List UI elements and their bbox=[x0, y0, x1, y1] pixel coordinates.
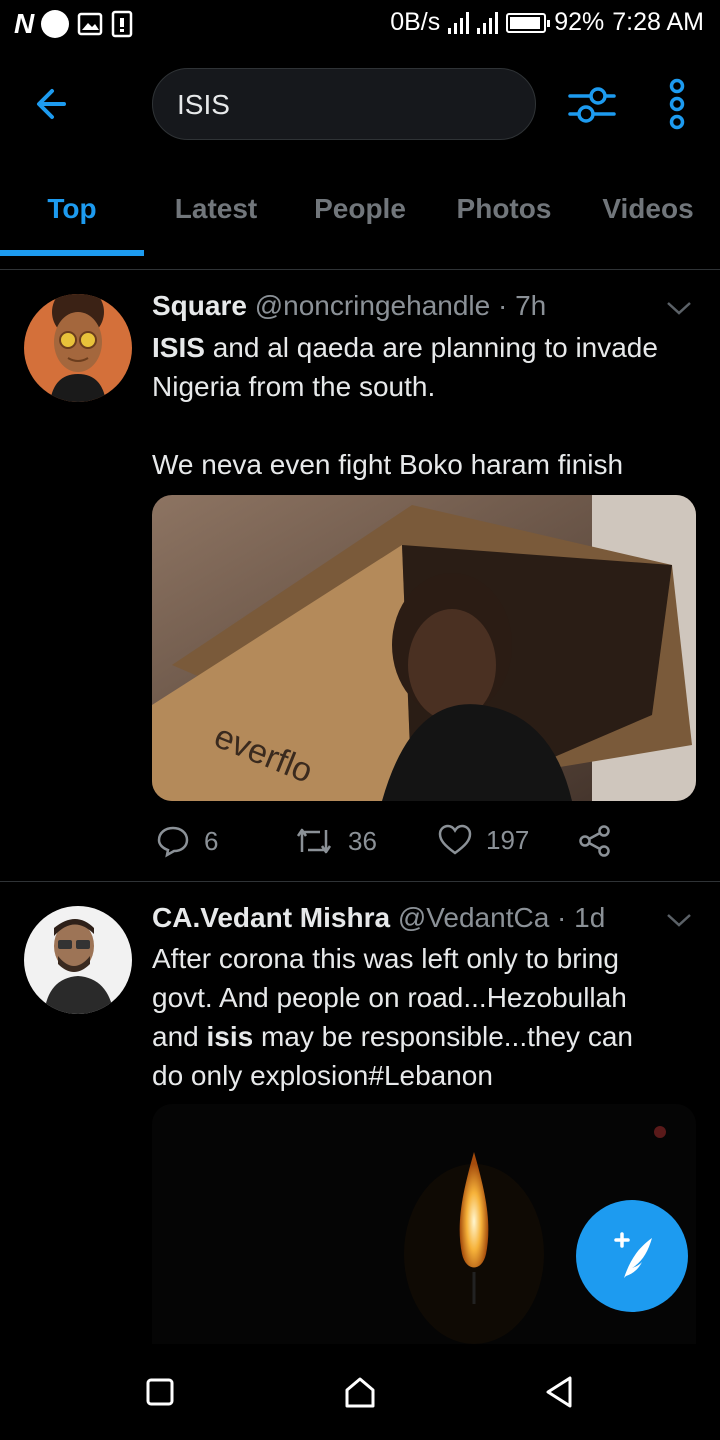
tab-videos[interactable]: Videos bbox=[576, 168, 720, 252]
back-triangle-icon bbox=[546, 1376, 572, 1408]
active-tab-indicator bbox=[0, 250, 144, 256]
tweet-time: 1d bbox=[574, 902, 606, 933]
text-span: Nigeria from the south. bbox=[152, 371, 436, 402]
text-line: govt. And people on road...Hezobullah bbox=[152, 978, 700, 1017]
recents-button[interactable] bbox=[140, 1372, 180, 1412]
box-photo: everflo bbox=[152, 495, 696, 801]
text-line: After corona this was left only to bring bbox=[152, 939, 700, 978]
compose-tweet-icon bbox=[614, 1232, 652, 1278]
tweet-image[interactable]: everflo bbox=[152, 495, 696, 801]
text-line bbox=[152, 406, 700, 445]
text-span: and bbox=[152, 1021, 207, 1052]
clock: 7:28 AM bbox=[612, 8, 704, 36]
share-icon bbox=[579, 825, 610, 857]
tab-top[interactable]: Top bbox=[0, 168, 144, 252]
text-line: and isis may be responsible...they can bbox=[152, 1017, 700, 1056]
text-line: We neva even fight Boko haram finish bbox=[152, 445, 700, 484]
tweet-header: CA.Vedant Mishra @VedantCa · 1d bbox=[152, 902, 605, 934]
highlighted-term: isis bbox=[206, 1021, 254, 1052]
more-options-button[interactable] bbox=[660, 76, 694, 132]
sim-icon bbox=[111, 10, 133, 38]
tweet-card[interactable]: Square @noncringehandle · 7h ISIS and al… bbox=[0, 270, 720, 882]
avatar[interactable] bbox=[24, 906, 132, 1014]
battery-icon bbox=[506, 12, 551, 33]
avatar[interactable] bbox=[24, 294, 132, 402]
avatar-illustration bbox=[24, 294, 132, 402]
recents-square-icon bbox=[146, 1378, 174, 1406]
separator-dot: · bbox=[497, 290, 508, 321]
tab-people[interactable]: People bbox=[288, 168, 432, 252]
text-span: and al qaeda are planning to invade bbox=[204, 332, 658, 363]
search-filter-button[interactable] bbox=[566, 80, 618, 128]
text-line: do only explosion#Lebanon bbox=[152, 1056, 700, 1095]
tweet-text: After corona this was left only to bring… bbox=[152, 939, 700, 1095]
reply-count: 6 bbox=[204, 825, 219, 856]
status-bar: N 0B/s 92% 7:28 AM bbox=[0, 0, 720, 48]
highlighted-term: ISIS bbox=[152, 332, 205, 363]
net-speed: 0B/s bbox=[390, 8, 441, 36]
signal-icon bbox=[448, 11, 470, 34]
home-icon bbox=[345, 1377, 375, 1408]
retweet-count: 36 bbox=[348, 825, 377, 856]
back-arrow-icon bbox=[37, 89, 66, 119]
share-button[interactable] bbox=[578, 824, 612, 858]
text-span: may be responsible...they can bbox=[253, 1021, 633, 1052]
heart-icon bbox=[438, 824, 472, 855]
search-query: ISIS bbox=[177, 89, 230, 120]
tab-latest[interactable]: Latest bbox=[144, 168, 288, 252]
reply-icon bbox=[157, 826, 189, 858]
n-icon: N bbox=[14, 8, 34, 39]
display-name[interactable]: Square bbox=[152, 290, 247, 321]
display-name[interactable]: CA.Vedant Mishra bbox=[152, 902, 390, 933]
like-count: 197 bbox=[486, 824, 530, 855]
separator-dot: · bbox=[557, 902, 567, 933]
status-left-icons: N bbox=[14, 8, 133, 40]
more-vertical-icon bbox=[669, 78, 685, 130]
search-header: ISIS bbox=[0, 60, 720, 150]
search-input[interactable]: ISIS bbox=[152, 68, 536, 140]
chevron-down-icon[interactable] bbox=[664, 910, 694, 930]
tab-photos[interactable]: Photos bbox=[432, 168, 576, 252]
search-tabs: Top Latest People Photos Videos bbox=[0, 168, 720, 256]
text-span: We neva even fight Boko haram finish bbox=[152, 449, 624, 480]
back-nav-button[interactable] bbox=[540, 1372, 580, 1412]
tweet-header: Square @noncringehandle · 7h bbox=[152, 290, 546, 322]
compose-tweet-button[interactable] bbox=[576, 1200, 688, 1312]
text-line: ISIS and al qaeda are planning to invade bbox=[152, 328, 700, 367]
system-nav-bar bbox=[0, 1344, 720, 1440]
tweet-time: 7h bbox=[515, 290, 547, 321]
text-span: After corona this was left only to bring bbox=[152, 943, 619, 974]
battery-percent: 92% bbox=[554, 8, 605, 36]
retweet-icon bbox=[296, 828, 332, 854]
retweet-button[interactable]: 36 bbox=[294, 824, 377, 858]
avatar-photo bbox=[24, 906, 132, 1014]
text-span: govt. And people on road...Hezobullah bbox=[152, 982, 627, 1013]
chevron-down-icon[interactable] bbox=[664, 298, 694, 318]
tweet-actions: 6 36 197 bbox=[152, 824, 672, 864]
filter-icon bbox=[568, 87, 616, 123]
like-button[interactable]: 197 bbox=[438, 824, 529, 856]
image-icon bbox=[77, 12, 103, 36]
reply-button[interactable]: 6 bbox=[156, 824, 218, 858]
signal-icon-2 bbox=[477, 11, 499, 34]
user-handle[interactable]: @VedantCa bbox=[398, 902, 549, 933]
status-right: 0B/s 92% 7:28 AM bbox=[390, 8, 704, 37]
notification-dot-icon bbox=[41, 10, 70, 38]
text-line: Nigeria from the south. bbox=[152, 367, 700, 406]
home-button[interactable] bbox=[340, 1372, 380, 1412]
user-handle[interactable]: @noncringehandle bbox=[255, 290, 490, 321]
back-button[interactable] bbox=[28, 80, 84, 128]
text-span: do only explosion#Lebanon bbox=[152, 1060, 493, 1091]
tweet-text: ISIS and al qaeda are planning to invade… bbox=[152, 328, 700, 484]
